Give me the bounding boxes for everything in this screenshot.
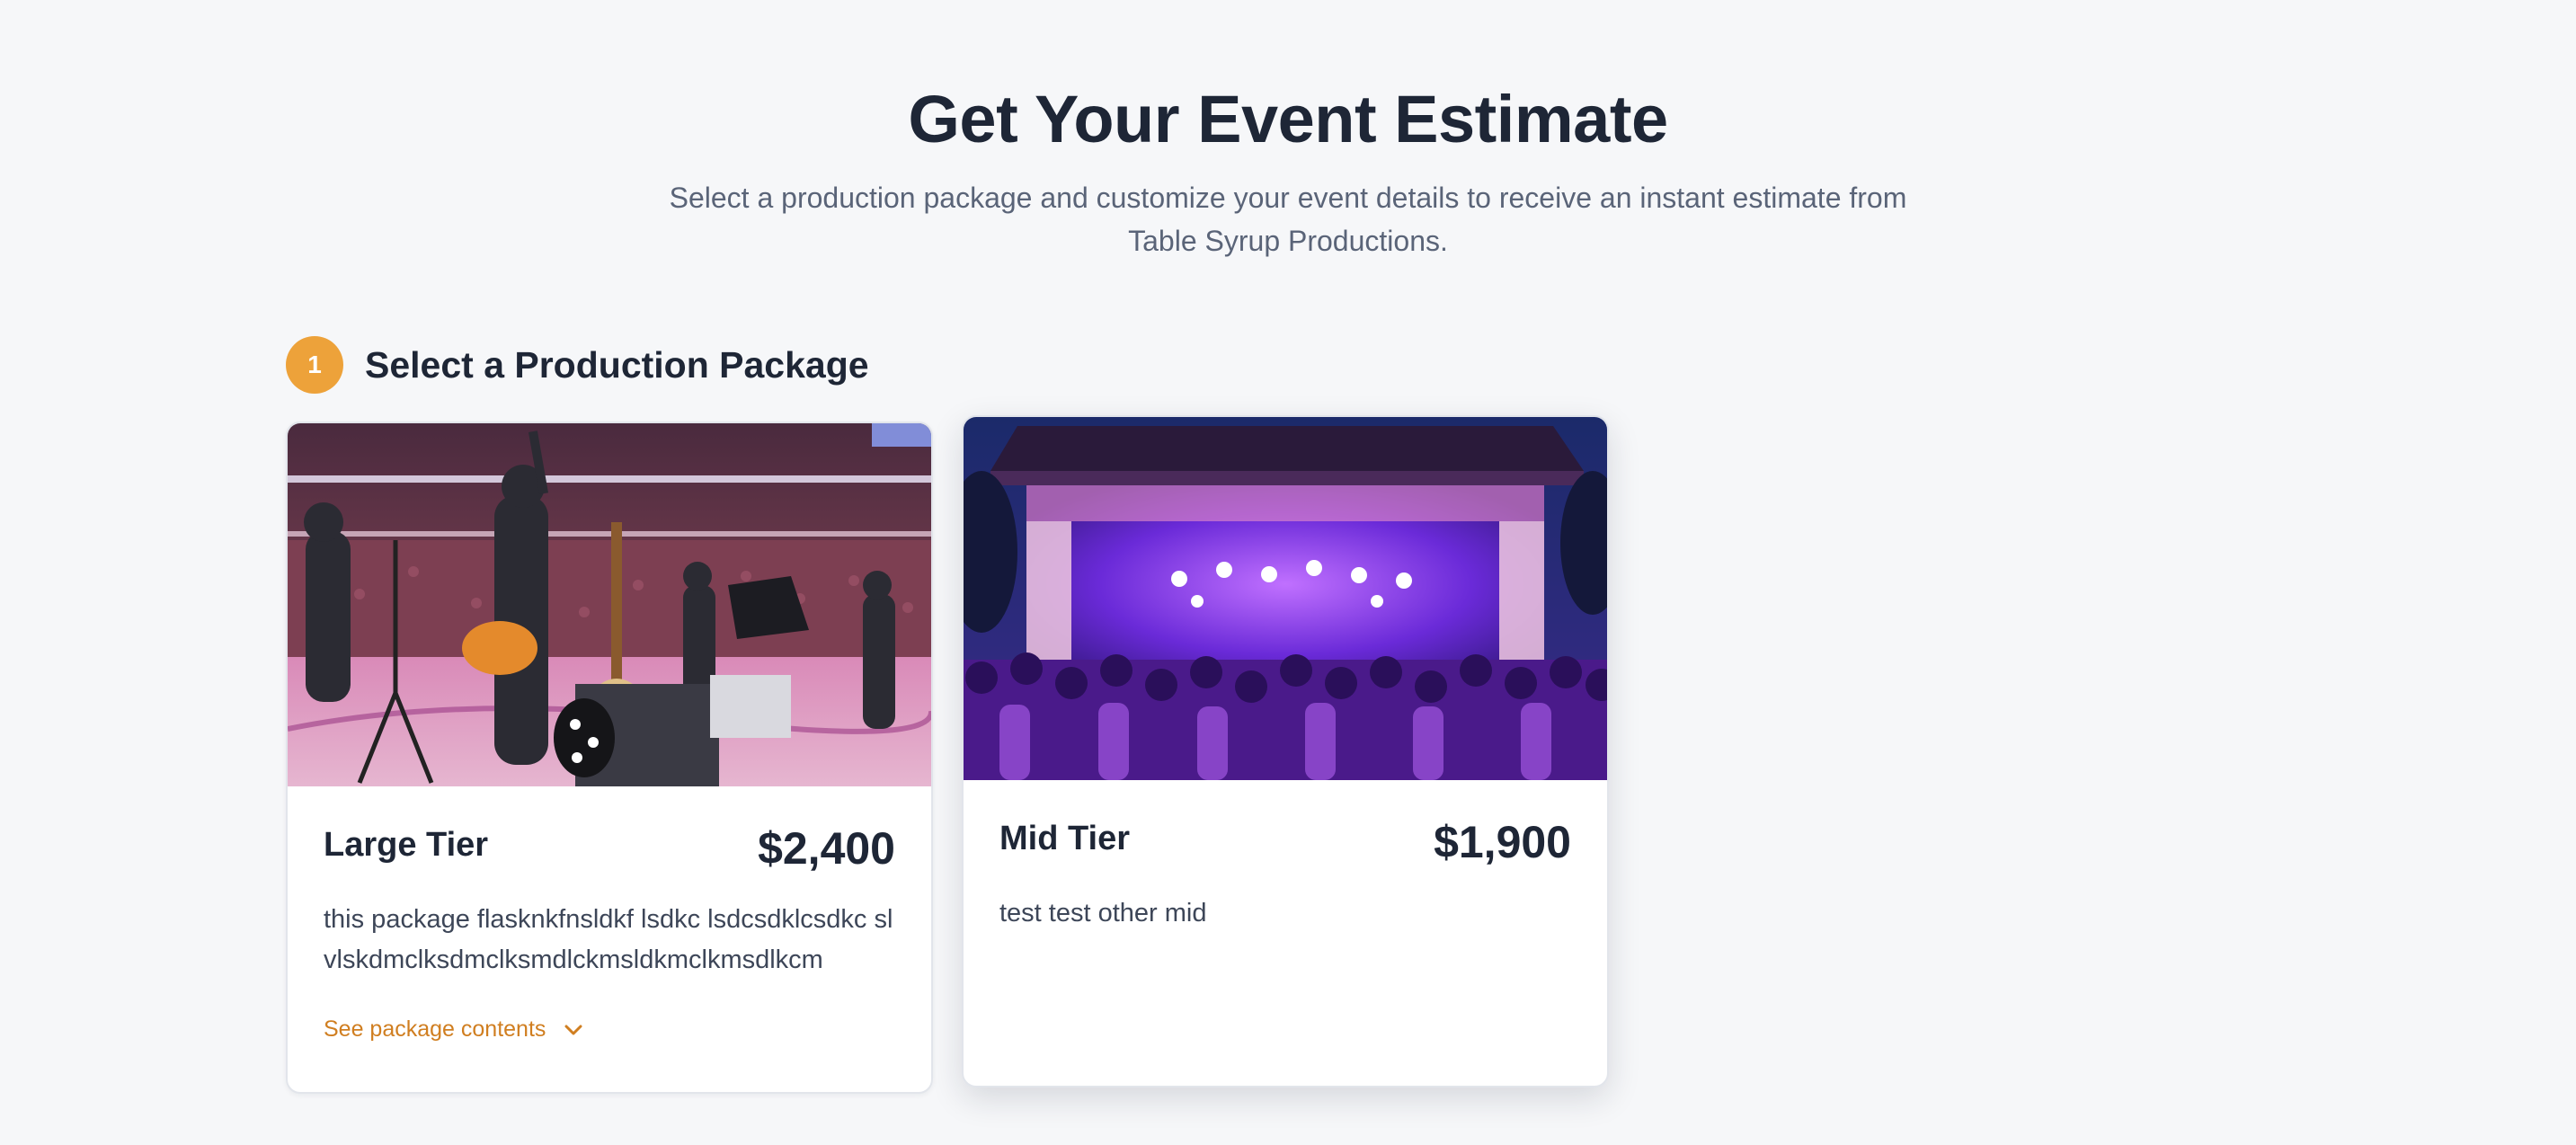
package-card-large-tier[interactable]: Large Tier $2,400 this package flasknkfn… — [286, 422, 933, 1094]
step-title: Select a Production Package — [365, 343, 869, 386]
package-description: test test other mid — [999, 899, 1207, 928]
package-price: $1,900 — [1434, 817, 1571, 867]
step-heading: 1 Select a Production Package — [286, 336, 869, 394]
page-title: Get Your Event Estimate — [908, 82, 1668, 156]
package-name: Mid Tier — [999, 820, 1130, 857]
package-image-large-tier — [288, 423, 931, 786]
chevron-down-icon — [564, 1024, 583, 1036]
step-number-badge: 1 — [286, 336, 343, 394]
package-image-mid-tier — [964, 417, 1607, 780]
package-price: $2,400 — [758, 823, 895, 874]
see-package-contents-toggle[interactable]: See package contents — [324, 1016, 583, 1043]
package-name: Large Tier — [324, 826, 489, 864]
see-package-contents-label: See package contents — [324, 1016, 546, 1042]
package-description: this package flasknkfnsldkf lsdkc lsdcsd… — [324, 905, 893, 974]
page-subtitle: Select a production package and customiz… — [669, 182, 1907, 257]
package-card-mid-tier[interactable]: Mid Tier $1,900 test test other mid — [962, 415, 1609, 1087]
